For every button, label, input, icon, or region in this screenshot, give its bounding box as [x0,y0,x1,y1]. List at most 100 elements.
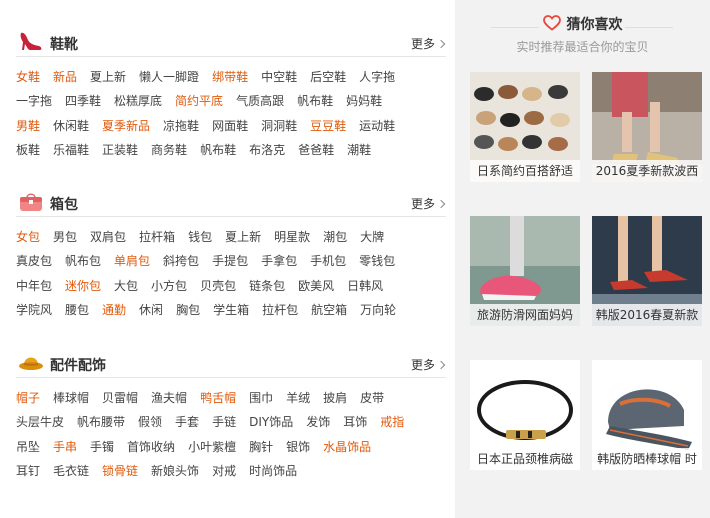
category-tag-link[interactable]: 手链 [212,410,236,434]
category-tag-link[interactable]: 欧美风 [298,274,334,298]
category-tag-link[interactable]: 帆布鞋 [200,138,236,162]
category-tag-link[interactable]: 气质高跟 [236,89,284,113]
category-tag-link[interactable]: 首饰收纳 [127,435,175,459]
category-tag-link[interactable]: 腰包 [65,298,89,322]
category-tag-link[interactable]: 人字拖 [359,65,395,89]
category-tag-link[interactable]: 男鞋 [16,114,40,138]
category-tag-link[interactable]: 帆布包 [65,249,101,273]
category-tag-link[interactable]: 懒人一脚蹬 [139,65,199,89]
category-tag-link[interactable]: 钱包 [188,225,212,249]
category-tag-link[interactable]: 贝壳包 [200,274,236,298]
category-tag-link[interactable]: 发饰 [306,410,330,434]
category-tag-link[interactable]: 围巾 [249,386,273,410]
category-tag-link[interactable]: 帽子 [16,386,40,410]
category-tag-link[interactable]: 手套 [175,410,199,434]
category-tag-link[interactable]: 简约平底 [175,89,223,113]
category-tag-link[interactable]: 洞洞鞋 [261,114,297,138]
category-tag-link[interactable]: 双肩包 [90,225,126,249]
category-tag-link[interactable]: 女鞋 [16,65,40,89]
category-tag-link[interactable]: 板鞋 [16,138,40,162]
category-tag-link[interactable]: 耳钉 [16,459,40,483]
category-tag-link[interactable]: 贝雷帽 [102,386,138,410]
category-tag-link[interactable]: 单肩包 [114,249,150,273]
product-card[interactable]: 旅游防滑网面妈妈 [470,216,580,326]
category-tag-link[interactable]: 零钱包 [359,249,395,273]
category-tag-link[interactable]: DIY饰品 [249,410,293,434]
category-tag-link[interactable]: 新娘头饰 [151,459,199,483]
category-tag-link[interactable]: 披肩 [323,386,347,410]
category-tag-link[interactable]: 吊坠 [16,435,40,459]
category-tag-link[interactable]: 商务鞋 [151,138,187,162]
category-tag-link[interactable]: 手镯 [90,435,114,459]
category-tag-link[interactable]: 渔夫帽 [151,386,187,410]
category-tag-link[interactable]: 水晶饰品 [323,435,371,459]
category-tag-link[interactable]: 羊绒 [286,386,310,410]
category-tag-link[interactable]: 休闲 [139,298,163,322]
category-tag-link[interactable]: 帆布腰带 [77,410,125,434]
more-link[interactable]: 更多 [411,35,446,52]
category-tag-link[interactable]: 正装鞋 [102,138,138,162]
category-tag-link[interactable]: 拉杆箱 [139,225,175,249]
category-tag-link[interactable]: 中空鞋 [261,65,297,89]
category-tag-link[interactable]: 新品 [53,65,77,89]
more-link[interactable]: 更多 [411,356,446,373]
category-tag-link[interactable]: 斜挎包 [163,249,199,273]
category-tag-link[interactable]: 帆布鞋 [297,89,333,113]
more-link[interactable]: 更多 [411,195,446,212]
category-tag-link[interactable]: 布洛克 [249,138,285,162]
category-tag-link[interactable]: 休闲鞋 [53,114,89,138]
category-tag-link[interactable]: 小方包 [151,274,187,298]
category-tag-link[interactable]: 通勤 [102,298,126,322]
category-tag-link[interactable]: 对戒 [212,459,236,483]
category-tag-link[interactable]: 锁骨链 [102,459,138,483]
category-tag-link[interactable]: 时尚饰品 [249,459,297,483]
category-tag-link[interactable]: 潮包 [323,225,347,249]
category-tag-link[interactable]: 妈妈鞋 [346,89,382,113]
category-tag-link[interactable]: 真皮包 [16,249,52,273]
category-tag-link[interactable]: 女包 [16,225,40,249]
category-tag-link[interactable]: 中年包 [16,274,52,298]
category-tag-link[interactable]: 棒球帽 [53,386,89,410]
category-tag-link[interactable]: 手机包 [310,249,346,273]
category-tag-link[interactable]: 四季鞋 [65,89,101,113]
category-tag-link[interactable]: 后空鞋 [310,65,346,89]
category-tag-link[interactable]: 日韩风 [347,274,383,298]
category-tag-link[interactable]: 航空箱 [311,298,347,322]
category-tag-link[interactable]: 潮鞋 [347,138,371,162]
category-tag-link[interactable]: 迷你包 [65,274,101,298]
category-tag-link[interactable]: 豆豆鞋 [310,114,346,138]
category-tag-link[interactable]: 网面鞋 [212,114,248,138]
category-tag-link[interactable]: 夏季新品 [102,114,150,138]
category-tag-link[interactable]: 大包 [114,274,138,298]
category-tag-link[interactable]: 一字拖 [16,89,52,113]
category-tag-link[interactable]: 银饰 [286,435,310,459]
category-tag-link[interactable]: 万向轮 [360,298,396,322]
category-tag-link[interactable]: 胸包 [176,298,200,322]
category-tag-link[interactable]: 手串 [53,435,77,459]
category-tag-link[interactable]: 手拿包 [261,249,297,273]
product-card[interactable]: 韩版2016春夏新款 [592,216,702,326]
category-tag-link[interactable]: 明星款 [274,225,310,249]
category-tag-link[interactable]: 松糕厚底 [114,89,162,113]
product-card[interactable]: 韩版防晒棒球帽 时 [592,360,702,470]
category-tag-link[interactable]: 拉杆包 [262,298,298,322]
category-tag-link[interactable]: 头层牛皮 [16,410,64,434]
category-tag-link[interactable]: 男包 [53,225,77,249]
product-card[interactable]: 日本正品颈椎病磁 [470,360,580,470]
category-tag-link[interactable]: 戒指 [380,410,404,434]
product-card[interactable]: 2016夏季新款波西 [592,72,702,182]
category-tag-link[interactable]: 大牌 [360,225,384,249]
category-tag-link[interactable]: 学院风 [16,298,52,322]
category-tag-link[interactable]: 耳饰 [343,410,367,434]
category-tag-link[interactable]: 链条包 [249,274,285,298]
category-tag-link[interactable]: 皮带 [360,386,384,410]
product-card[interactable]: 日系简约百搭舒适 [470,72,580,182]
category-tag-link[interactable]: 假领 [138,410,162,434]
category-tag-link[interactable]: 小叶紫檀 [188,435,236,459]
category-tag-link[interactable]: 运动鞋 [359,114,395,138]
category-tag-link[interactable]: 爸爸鞋 [298,138,334,162]
category-tag-link[interactable]: 绑带鞋 [212,65,248,89]
category-tag-link[interactable]: 夏上新 [90,65,126,89]
category-tag-link[interactable]: 鸭舌帽 [200,386,236,410]
category-tag-link[interactable]: 乐福鞋 [53,138,89,162]
